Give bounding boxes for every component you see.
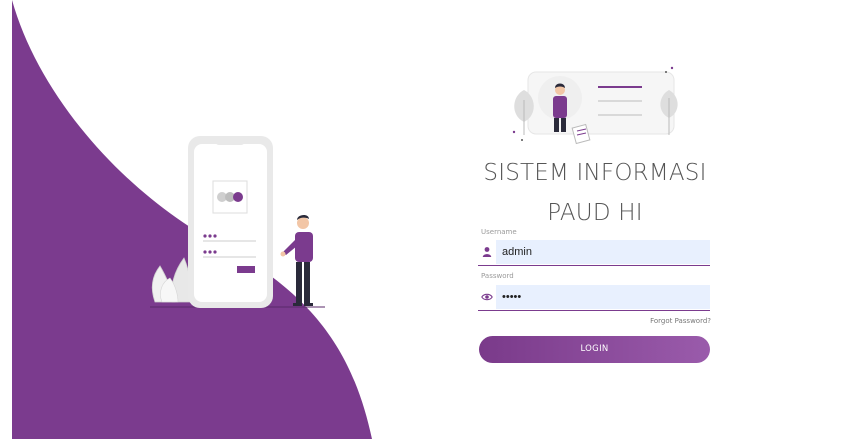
username-input[interactable] [496,240,710,264]
login-page: SISTEM INFORMASI PAUD HI Username Passwo… [0,0,867,439]
login-form: SISTEM INFORMASI PAUD HI Username Passwo… [476,0,714,439]
person-figure-icon [280,214,313,306]
leaf-plant-icon [151,257,192,303]
forgot-password-link[interactable]: Forgot Password? [626,317,711,325]
profile-card-illustration [512,66,678,145]
login-button[interactable]: LOGIN [479,336,710,363]
eye-icon[interactable] [481,291,493,303]
app-title-line-2: PAUD HI [547,200,643,226]
app-title-line-1: SISTEM INFORMASI [483,160,707,186]
phone-login-illustration [150,136,325,308]
username-label: Username [481,228,517,236]
user-icon [482,247,492,257]
smartphone-icon [188,136,273,308]
password-input[interactable] [496,285,710,309]
password-label: Password [481,272,514,280]
password-field [478,284,710,311]
username-field [478,239,710,266]
